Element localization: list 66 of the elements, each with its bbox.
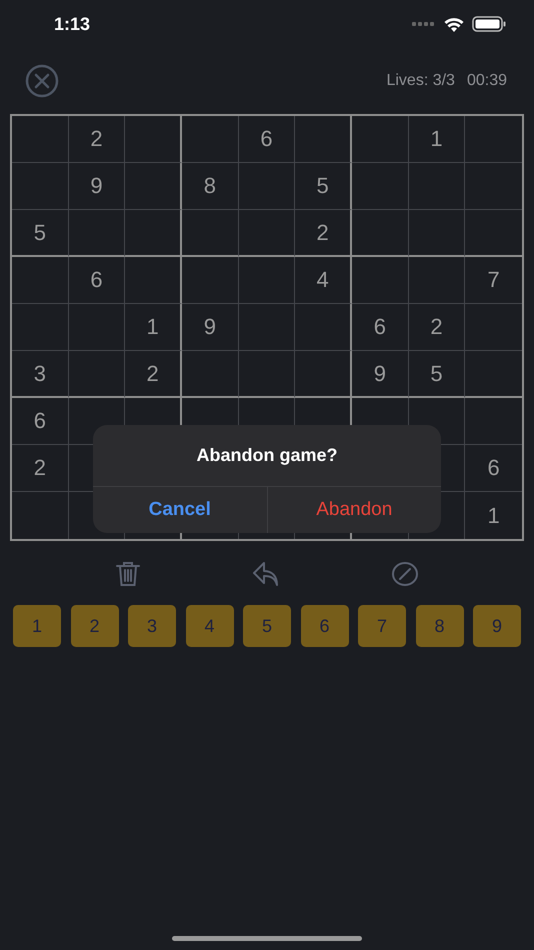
grid-cell[interactable] — [352, 163, 409, 210]
grid-cell[interactable] — [68, 304, 126, 351]
grid-cell[interactable] — [125, 163, 182, 210]
abandon-button[interactable]: Abandon — [266, 487, 441, 533]
grid-cell[interactable] — [12, 257, 69, 304]
grid-cell[interactable]: 2 — [68, 116, 126, 163]
grid-cell[interactable] — [408, 257, 466, 304]
grid-cell[interactable]: 6 — [465, 445, 522, 492]
grid-cell[interactable] — [238, 210, 296, 257]
grid-cell[interactable]: 9 — [68, 163, 126, 210]
grid-cell[interactable]: 2 — [408, 304, 466, 351]
status-time: 1:13 — [54, 14, 92, 34]
grid-cell[interactable] — [295, 351, 352, 398]
grid-cell[interactable]: 6 — [68, 257, 126, 304]
grid-cell[interactable] — [125, 257, 182, 304]
wifi-icon — [444, 16, 464, 32]
grid-cell[interactable] — [68, 351, 126, 398]
dialog-title: Abandon game? — [195, 444, 338, 467]
grid-cell[interactable] — [352, 210, 409, 257]
grid-cell[interactable] — [238, 351, 296, 398]
grid-cell[interactable]: 1 — [408, 116, 466, 163]
grid-cell[interactable]: 5 — [408, 351, 466, 398]
grid-cell[interactable]: 1 — [125, 304, 182, 351]
cancel-button[interactable]: Cancel — [93, 487, 266, 533]
grid-cell[interactable]: 3 — [12, 351, 69, 398]
grid-cell[interactable]: 9 — [182, 304, 239, 351]
timer: 00:39 — [466, 72, 507, 90]
grid-cell[interactable] — [182, 210, 239, 257]
undo-button[interactable] — [252, 561, 280, 587]
grid-cell[interactable]: 9 — [352, 351, 409, 398]
signal-icon — [412, 21, 436, 27]
grid-cell[interactable] — [125, 210, 182, 257]
grid-cell[interactable] — [12, 163, 69, 210]
grid-cell[interactable]: 4 — [295, 257, 352, 304]
grid-cell[interactable]: 6 — [352, 304, 409, 351]
grid-cell[interactable]: 6 — [12, 398, 69, 445]
grid-cell[interactable]: 2 — [12, 445, 69, 492]
grid-cell[interactable] — [182, 257, 239, 304]
grid-cell[interactable] — [352, 116, 409, 163]
grid-cell[interactable]: 1 — [465, 492, 522, 539]
grid-cell[interactable] — [12, 116, 69, 163]
grid-cell[interactable] — [125, 116, 182, 163]
grid-cell[interactable] — [182, 351, 239, 398]
grid-cell[interactable] — [408, 163, 466, 210]
grid-cell[interactable] — [352, 257, 409, 304]
grid-cell[interactable] — [68, 210, 126, 257]
grid-cell[interactable] — [295, 304, 352, 351]
grid-cell[interactable]: 8 — [182, 163, 239, 210]
grid-cell[interactable] — [408, 210, 466, 257]
grid-cell[interactable]: 6 — [238, 116, 296, 163]
grid-cell[interactable] — [295, 116, 352, 163]
grid-cell[interactable] — [238, 257, 296, 304]
grid-cell[interactable]: 2 — [295, 210, 352, 257]
grid-cell[interactable]: 5 — [295, 163, 352, 210]
grid-cell[interactable] — [12, 304, 69, 351]
delete-button[interactable] — [115, 561, 142, 587]
grid-cell[interactable]: 7 — [465, 257, 522, 304]
battery-icon — [472, 16, 506, 32]
grid-cell[interactable] — [238, 304, 296, 351]
close-button[interactable] — [25, 64, 59, 98]
lives-counter: Lives: 3/3 — [386, 72, 455, 90]
grid-cell[interactable] — [238, 163, 296, 210]
grid-cell[interactable] — [182, 116, 239, 163]
grid-cell[interactable]: 5 — [12, 210, 69, 257]
pencil-button[interactable] — [390, 561, 419, 587]
grid-cell[interactable]: 2 — [125, 351, 182, 398]
